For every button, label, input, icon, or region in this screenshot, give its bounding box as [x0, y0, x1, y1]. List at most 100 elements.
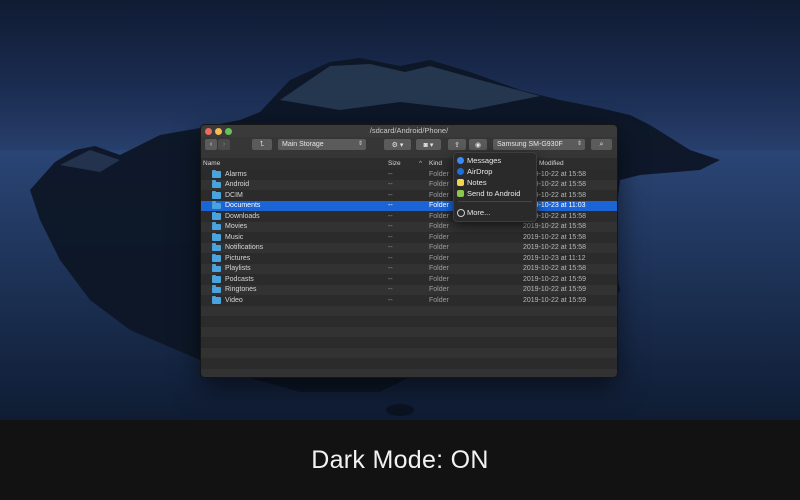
file-modified: 2019-10-22 at 15:59: [523, 286, 587, 293]
file-list: Alarms -- Folder 2019-10-22 at 15:58 Android…: [201, 169, 617, 377]
chevron-right-icon: ›: [222, 141, 226, 148]
table-row[interactable]: Android -- Folder 2019-10-22 at 15:58: [201, 179, 617, 190]
file-size: --: [388, 212, 393, 220]
window-title: /sdcard/Android/Phone/: [369, 126, 449, 135]
column-name[interactable]: Name: [203, 160, 220, 167]
search-icon: ⌕: [599, 140, 604, 148]
menu-item-label: Send to Android: [467, 189, 521, 198]
file-size: --: [388, 254, 393, 262]
back-button[interactable]: ‹: [205, 139, 217, 150]
table-row[interactable]: Documents -- Folder 2019-10-23 at 11:03: [201, 200, 617, 211]
empty-row: [201, 368, 617, 377]
empty-row: [201, 316, 617, 327]
select-arrows-icon: ⇕: [357, 141, 363, 147]
file-kind: Folder: [429, 170, 449, 178]
airdrop-toolbar-icon: ◉: [474, 141, 482, 149]
table-row[interactable]: Playlists -- Folder 2019-10-22 at 15:58: [201, 263, 617, 274]
storage-select-value: Main Storage: [282, 141, 324, 148]
table-row[interactable]: Music -- Folder 2019-10-22 at 15:58: [201, 232, 617, 243]
file-modified: 2019-10-22 at 15:59: [523, 296, 587, 304]
caption-bar: Dark Mode: ON: [0, 420, 800, 500]
chevron-left-icon: ‹: [209, 141, 213, 148]
table-row[interactable]: Downloads -- Folder 2019-10-22 at 15:58: [201, 211, 617, 222]
more-icon: [457, 209, 465, 217]
file-kind: Folder: [429, 275, 449, 283]
action-menu-button[interactable]: ⚙ ▾: [384, 139, 411, 150]
column-modified[interactable]: Modified: [539, 160, 564, 167]
forward-button[interactable]: ›: [218, 139, 230, 150]
file-size: --: [388, 233, 393, 241]
file-name: Documents: [225, 202, 261, 209]
caption-text: Dark Mode: ON: [311, 445, 489, 474]
file-modified: 2019-10-23 at 11:12: [523, 254, 586, 262]
screenshot-menu-button[interactable]: ◙ ▾: [416, 139, 441, 150]
airdrop-button[interactable]: ◉: [469, 139, 487, 150]
file-name: Notifications: [225, 244, 264, 251]
sort-ascending-icon: ^: [419, 160, 423, 167]
table-row[interactable]: Notifications -- Folder 2019-10-22 at 15:58: [201, 242, 617, 253]
column-size[interactable]: Size: [388, 160, 401, 167]
file-name: Alarms: [225, 170, 247, 178]
file-kind: Folder: [429, 265, 449, 272]
empty-row: [201, 358, 617, 369]
table-row[interactable]: Podcasts -- Folder 2019-10-22 at 15:59: [201, 274, 617, 285]
file-size: --: [388, 296, 393, 304]
notes-icon: [457, 179, 464, 186]
share-menu-item-more[interactable]: More...: [454, 207, 536, 218]
file-kind: Folder: [429, 202, 449, 209]
share-menu-item-airdrop[interactable]: AirDrop: [454, 166, 536, 177]
title-bar[interactable]: /sdcard/Android/Phone/: [201, 125, 617, 137]
storage-select[interactable]: Main Storage ⇕: [278, 139, 366, 150]
table-row[interactable]: Alarms -- Folder 2019-10-22 at 15:58: [201, 169, 617, 180]
device-select-value: Samsung SM-G930F: [497, 141, 563, 148]
gear-icon: ⚙ ▾: [391, 141, 404, 149]
empty-row: [201, 337, 617, 348]
menu-item-label: Notes: [467, 178, 487, 187]
device-select[interactable]: Samsung SM-G930F ⇕: [493, 139, 585, 150]
file-kind: Folder: [429, 233, 449, 241]
share-menu-item-messages[interactable]: Messages: [454, 155, 536, 166]
file-name: Music: [225, 233, 244, 241]
file-kind: Folder: [429, 244, 449, 251]
folder-icon: [212, 169, 221, 178]
empty-row: [201, 347, 617, 358]
file-name: Playlists: [225, 265, 251, 272]
select-arrows-icon: ⇕: [576, 141, 582, 147]
share-menu-item-send-to-android[interactable]: Send to Android: [454, 188, 536, 199]
folder-icon: [212, 274, 221, 283]
empty-row: [201, 326, 617, 337]
table-row[interactable]: Pictures -- Folder 2019-10-23 at 11:12: [201, 253, 617, 264]
table-row[interactable]: Ringtones -- Folder 2019-10-22 at 15:59: [201, 284, 617, 295]
enclosing-folder-button[interactable]: ⮤: [252, 139, 272, 150]
menu-item-label: Messages: [467, 156, 502, 165]
table-row[interactable]: Video -- Folder 2019-10-22 at 15:59: [201, 295, 617, 306]
file-kind: Folder: [429, 296, 449, 304]
file-name: Podcasts: [225, 275, 254, 283]
table-row[interactable]: Movies -- Folder 2019-10-22 at 15:58: [201, 221, 617, 232]
file-kind: Folder: [429, 181, 449, 188]
file-modified: 2019-10-22 at 15:58: [523, 265, 587, 272]
file-name: Android: [225, 181, 250, 188]
file-name: Pictures: [225, 254, 251, 262]
share-menu-item-notes[interactable]: Notes: [454, 177, 536, 188]
file-size: --: [388, 244, 393, 251]
file-kind: Folder: [429, 286, 449, 293]
empty-row: [201, 305, 617, 316]
menu-item-label: More...: [467, 208, 491, 217]
folder-icon: [212, 180, 221, 188]
airdrop-icon: [457, 168, 464, 175]
folder-icon: [212, 253, 221, 262]
folder-icon: [212, 201, 221, 209]
column-kind[interactable]: Kind: [429, 160, 442, 167]
menu-separator: [458, 201, 532, 202]
share-button[interactable]: ⇪: [448, 139, 466, 150]
file-kind: Folder: [429, 223, 449, 230]
search-button[interactable]: ⌕: [591, 139, 612, 150]
file-modified: 2019-10-22 at 15:58: [523, 223, 587, 230]
folder-icon: [212, 190, 221, 199]
file-name: Video: [225, 296, 243, 304]
file-kind: Folder: [429, 191, 449, 199]
table-row[interactable]: DCIM -- Folder 2019-10-22 at 15:58: [201, 190, 617, 201]
file-size: --: [388, 286, 393, 293]
file-kind: Folder: [429, 254, 449, 262]
